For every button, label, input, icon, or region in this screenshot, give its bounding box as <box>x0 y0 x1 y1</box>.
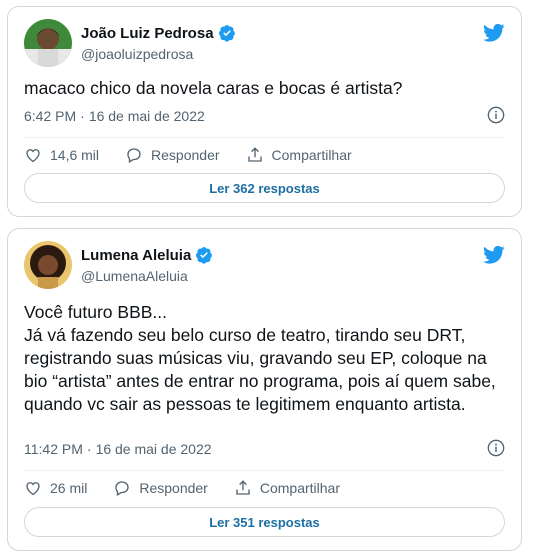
reply-label: Responder <box>151 147 220 163</box>
user-handle[interactable]: @LumenaAleluia <box>81 268 188 284</box>
tweet-card[interactable]: João Luiz Pedrosa @joaoluizpedrosa macac… <box>7 6 522 217</box>
share-button[interactable]: Compartilhar <box>246 146 352 164</box>
twitter-bird-icon[interactable] <box>483 23 505 43</box>
reply-button[interactable]: Responder <box>125 146 220 164</box>
tweet-timestamp[interactable]: 6:42 PM · 16 de mai de 2022 <box>24 108 205 124</box>
share-icon <box>236 480 250 495</box>
like-button[interactable]: 14,6 mil <box>24 146 99 164</box>
avatar[interactable] <box>24 19 72 67</box>
tweet-text: Você futuro BBB... Já vá fazendo seu bel… <box>24 302 496 414</box>
verified-badge-icon <box>196 247 213 264</box>
like-button[interactable]: 26 mil <box>24 479 87 497</box>
heart-icon <box>26 482 40 496</box>
heart-icon <box>26 149 40 163</box>
tweet-card[interactable]: Lumena Aleluia @LumenaAleluia Você futur… <box>7 228 522 551</box>
verified-badge-icon <box>218 25 235 42</box>
display-name[interactable]: Lumena Aleluia <box>81 247 191 264</box>
display-name[interactable]: João Luiz Pedrosa <box>81 25 214 42</box>
divider <box>24 137 505 138</box>
reply-bubble-icon <box>115 481 130 496</box>
meta-separator: · <box>86 441 92 457</box>
read-replies-button[interactable]: Ler 362 respostas <box>24 173 505 203</box>
like-count: 14,6 mil <box>50 147 100 163</box>
divider <box>24 470 505 471</box>
read-replies-button[interactable]: Ler 351 respostas <box>24 507 505 537</box>
info-icon[interactable] <box>487 106 505 124</box>
user-handle[interactable]: @joaoluizpedrosa <box>81 46 193 62</box>
share-label: Compartilhar <box>271 147 352 163</box>
share-label: Compartilhar <box>259 480 340 496</box>
share-icon <box>247 147 262 162</box>
reply-label: Responder <box>139 480 208 496</box>
info-icon[interactable] <box>487 439 505 457</box>
tweet-time: 11:42 PM <box>24 441 83 457</box>
avatar[interactable] <box>24 241 72 289</box>
tweet-date: 16 de mai de 2022 <box>88 108 205 124</box>
tweet-timestamp[interactable]: 11:42 PM · 16 de mai de 2022 <box>24 441 212 457</box>
share-button[interactable]: Compartilhar <box>234 479 340 497</box>
meta-separator: · <box>80 108 85 124</box>
twitter-bird-icon[interactable] <box>483 245 505 265</box>
tweet-date: 16 de mai de 2022 <box>95 441 212 457</box>
tweet-time: 6:42 PM <box>24 108 77 124</box>
reply-bubble-icon <box>127 148 141 163</box>
action-bar: 14,6 mil Responder Compartilhar <box>24 146 505 164</box>
tweet-text: macaco chico da novela caras e bocas é a… <box>24 78 403 98</box>
reply-button[interactable]: Responder <box>113 479 208 497</box>
action-bar: 26 mil Responder Compartilhar <box>24 479 505 497</box>
like-count: 26 mil <box>50 480 88 496</box>
